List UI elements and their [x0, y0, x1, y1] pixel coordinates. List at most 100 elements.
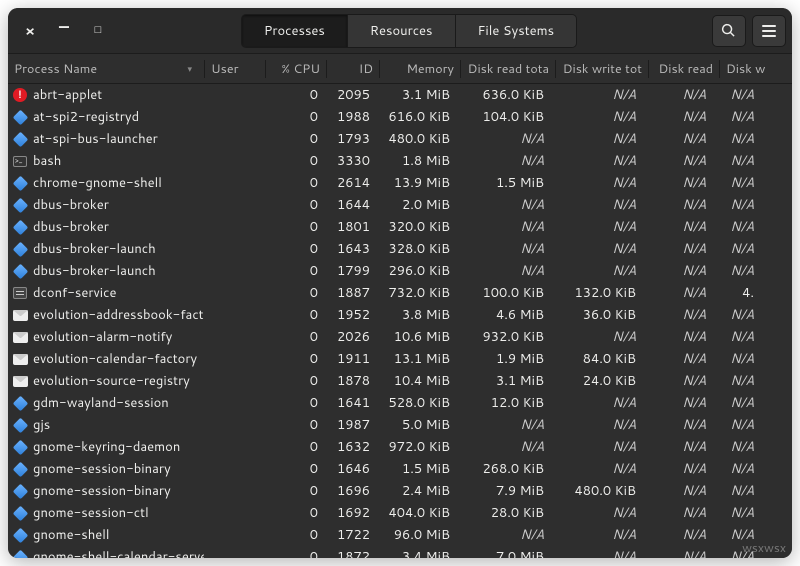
table-row[interactable]: bash033301.8 MiBN/AN/AN/AN/A — [8, 150, 792, 172]
cell-process-name: !abrt-applet — [8, 86, 204, 104]
table-row[interactable]: at-spi-bus-launcher01793480.0 KiBN/AN/AN… — [8, 128, 792, 150]
column-header-id[interactable]: ID — [327, 60, 379, 78]
cell-process-name: dbus-broker — [8, 196, 204, 214]
cell-cpu: 0 — [264, 306, 324, 324]
tab-processes[interactable]: Processes — [242, 15, 348, 47]
cell-process-name: gdm-wayland-session — [8, 394, 204, 412]
table-row[interactable]: gnome-session-ctl01692404.0 KiB28.0 KiBN… — [8, 502, 792, 524]
executable-icon — [12, 461, 28, 477]
cell-id: 1988 — [324, 108, 376, 126]
cell-disk-write: N/A — [712, 438, 762, 456]
window-controls: × ‒ □ — [14, 21, 106, 41]
cell-disk-write: N/A — [712, 416, 762, 434]
cell-id: 1872 — [324, 548, 376, 558]
executable-icon — [12, 439, 28, 455]
table-row[interactable]: dconf-service01887732.0 KiB100.0 KiB132.… — [8, 282, 792, 304]
cell-disk-read-total: 932.0 KiB — [456, 328, 550, 346]
process-name-label: gjs — [33, 416, 50, 434]
table-row[interactable]: at-spi2-registryd01988616.0 KiB104.0 KiB… — [8, 106, 792, 128]
cell-id: 1692 — [324, 504, 376, 522]
cell-disk-write: N/A — [712, 526, 762, 544]
table-row[interactable]: gdm-wayland-session01641528.0 KiB12.0 Ki… — [8, 392, 792, 414]
cell-disk-read-total: 7.9 MiB — [456, 482, 550, 500]
column-header-memory[interactable]: Memory — [380, 60, 460, 78]
cell-disk-read: N/A — [642, 240, 712, 258]
cell-disk-read: N/A — [642, 372, 712, 390]
cell-id: 1643 — [324, 240, 376, 258]
column-header-disk-write[interactable]: Disk w — [720, 60, 770, 78]
process-list[interactable]: !abrt-applet020953.1 MiB636.0 KiBN/AN/AN… — [8, 84, 792, 558]
cell-disk-write-total: N/A — [550, 548, 642, 558]
search-button[interactable] — [712, 15, 746, 47]
menu-button[interactable] — [752, 15, 786, 47]
cell-cpu: 0 — [264, 438, 324, 456]
cell-disk-write: N/A — [712, 394, 762, 412]
minimize-icon[interactable]: ‒ — [56, 21, 72, 41]
cell-id: 1878 — [324, 372, 376, 390]
table-row[interactable]: gnome-session-binary016461.5 MiB268.0 Ki… — [8, 458, 792, 480]
table-row[interactable]: gjs019875.0 MiBN/AN/AN/AN/A — [8, 414, 792, 436]
cell-memory: 732.0 KiB — [376, 284, 456, 302]
cell-disk-write: N/A — [712, 262, 762, 280]
process-name-label: evolution-calendar-factory — [33, 350, 197, 368]
cell-disk-read-total: N/A — [456, 152, 550, 170]
tab-resources[interactable]: Resources — [348, 15, 456, 47]
column-header-disk-read-total[interactable]: Disk read tota — [461, 60, 555, 78]
column-header-user[interactable]: User — [205, 60, 265, 78]
table-row[interactable]: evolution-source-registry0187810.4 MiB3.… — [8, 370, 792, 392]
settings-icon — [12, 285, 28, 301]
table-row[interactable]: gnome-keyring-daemon01632972.0 KiBN/AN/A… — [8, 436, 792, 458]
table-row[interactable]: evolution-alarm-notify0202610.6 MiB932.0… — [8, 326, 792, 348]
close-icon[interactable]: × — [22, 21, 38, 41]
cell-id: 2095 — [324, 86, 376, 104]
cell-disk-read-total: 1.5 MiB — [456, 174, 550, 192]
cell-memory: 2.0 MiB — [376, 196, 456, 214]
executable-icon — [12, 197, 28, 213]
table-row[interactable]: !abrt-applet020953.1 MiB636.0 KiBN/AN/AN… — [8, 84, 792, 106]
table-row[interactable]: gnome-shell0172296.0 MiBN/AN/AN/AN/A — [8, 524, 792, 546]
cell-disk-write-total: N/A — [550, 108, 642, 126]
cell-cpu: 0 — [264, 460, 324, 478]
cell-disk-write: N/A — [712, 482, 762, 500]
process-name-label: dbus-broker-launch — [33, 262, 156, 280]
cell-id: 1646 — [324, 460, 376, 478]
table-row[interactable]: dbus-broker016442.0 MiBN/AN/AN/AN/A — [8, 194, 792, 216]
terminal-icon — [12, 153, 28, 169]
cell-disk-read: N/A — [642, 526, 712, 544]
executable-icon — [12, 527, 28, 543]
column-header-disk-read[interactable]: Disk read — [649, 60, 719, 78]
search-icon — [721, 23, 736, 38]
cell-disk-read: N/A — [642, 262, 712, 280]
cell-cpu: 0 — [264, 86, 324, 104]
table-row[interactable]: dbus-broker-launch01799296.0 KiBN/AN/AN/… — [8, 260, 792, 282]
cell-disk-write: N/A — [712, 130, 762, 148]
cell-process-name: evolution-source-registry — [8, 372, 204, 390]
table-row[interactable]: evolution-addressbook-factory019523.8 Mi… — [8, 304, 792, 326]
cell-cpu: 0 — [264, 372, 324, 390]
table-row[interactable]: gnome-session-binary016962.4 MiB7.9 MiB4… — [8, 480, 792, 502]
cell-process-name: evolution-alarm-notify — [8, 328, 204, 346]
executable-icon — [12, 175, 28, 191]
column-header-cpu[interactable]: % CPU — [266, 60, 326, 78]
cell-cpu: 0 — [264, 394, 324, 412]
table-row[interactable]: chrome-gnome-shell0261413.9 MiB1.5 MiBN/… — [8, 172, 792, 194]
table-row[interactable]: evolution-calendar-factory0191113.1 MiB1… — [8, 348, 792, 370]
column-header-disk-write-total[interactable]: Disk write tot — [556, 60, 648, 78]
cell-disk-read-total: 3.1 MiB — [456, 372, 550, 390]
column-header-process-name[interactable]: Process Name ▾ — [8, 60, 204, 78]
table-row[interactable]: dbus-broker-launch01643328.0 KiBN/AN/AN/… — [8, 238, 792, 260]
cell-id: 1641 — [324, 394, 376, 412]
cell-memory: 972.0 KiB — [376, 438, 456, 456]
process-name-label: gnome-session-binary — [33, 460, 171, 478]
maximize-icon[interactable]: □ — [90, 21, 106, 41]
cell-process-name: dconf-service — [8, 284, 204, 302]
cell-disk-read: N/A — [642, 394, 712, 412]
process-name-label: dbus-broker-launch — [33, 240, 156, 258]
cell-disk-write: N/A — [712, 174, 762, 192]
cell-id: 1696 — [324, 482, 376, 500]
cell-process-name: gnome-shell — [8, 526, 204, 544]
table-row[interactable]: dbus-broker01801320.0 KiBN/AN/AN/AN/A — [8, 216, 792, 238]
cell-disk-read-total: 7.0 MiB — [456, 548, 550, 558]
tab-filesystems[interactable]: File Systems — [456, 15, 577, 47]
table-row[interactable]: gnome-shell-calendar-server018723.4 MiB7… — [8, 546, 792, 558]
